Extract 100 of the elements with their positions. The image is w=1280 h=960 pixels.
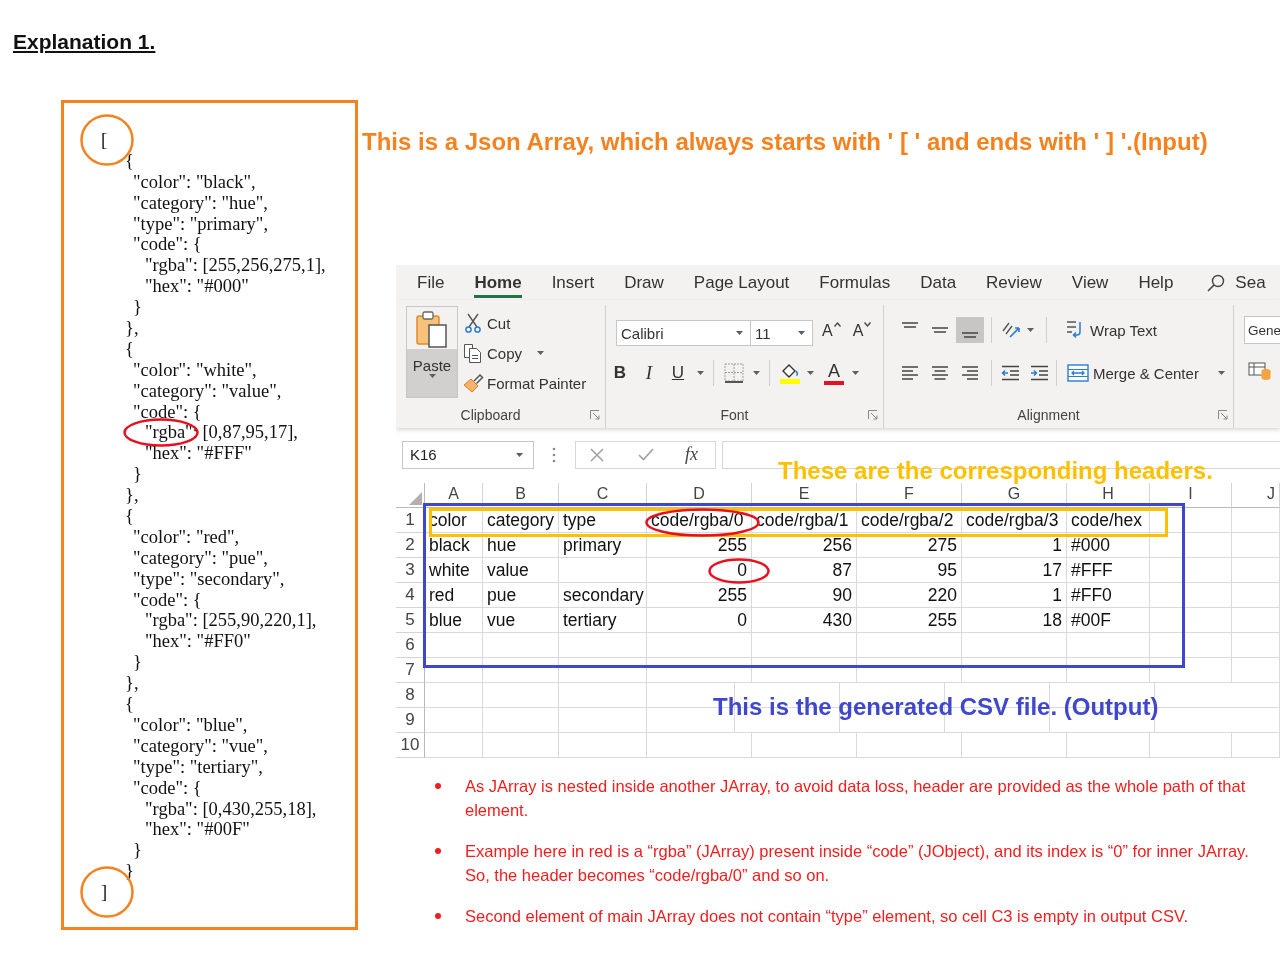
row-header[interactable]: 4 xyxy=(396,583,425,608)
chevron-up-icon xyxy=(833,322,841,327)
ribbon-tab[interactable]: Review xyxy=(971,265,1057,300)
code-line: "category": "hue", xyxy=(133,192,268,213)
align-bottom-icon xyxy=(961,332,979,338)
table-cell: #FF0 xyxy=(1067,583,1150,608)
ribbon-tab[interactable]: Insert xyxy=(536,265,610,300)
diagonal-arrow-icon[interactable] xyxy=(1001,320,1023,340)
code-line: { xyxy=(125,694,134,715)
code-line: } xyxy=(133,840,142,861)
merge-center-button[interactable]: Merge & Center xyxy=(1067,360,1225,386)
caret-icon[interactable] xyxy=(697,371,704,375)
font-size-field[interactable]: 11 xyxy=(750,320,813,346)
corner-arrow-icon[interactable] xyxy=(868,410,878,420)
caret-icon[interactable] xyxy=(798,331,805,335)
ribbon-tab[interactable]: Draw xyxy=(609,265,679,300)
code-line: "code": { xyxy=(133,589,202,610)
caret-icon[interactable] xyxy=(516,452,523,457)
empty-cell xyxy=(425,683,483,708)
align-left-icon xyxy=(901,366,919,380)
code-line: "category": "vue", xyxy=(133,735,268,756)
row-header[interactable]: 5 xyxy=(396,608,425,633)
cross-icon[interactable] xyxy=(590,447,604,462)
table-cell: 95 xyxy=(857,558,962,583)
caret-icon[interactable] xyxy=(736,331,743,335)
row-header[interactable]: 6 xyxy=(396,633,425,658)
number-format-field[interactable]: Gene xyxy=(1244,316,1280,344)
row-header[interactable]: 3 xyxy=(396,558,425,583)
format-painter-button[interactable]: Format Painter xyxy=(462,368,587,398)
name-box[interactable]: K16 xyxy=(402,440,534,469)
paintbrush-icon xyxy=(462,373,484,393)
bold-button[interactable]: B xyxy=(610,361,630,385)
corner-arrow-icon[interactable] xyxy=(1218,410,1228,420)
table-cylinder-icon[interactable] xyxy=(1248,361,1272,381)
table-cell: #000 xyxy=(1067,533,1150,558)
decrease-indent-icon[interactable] xyxy=(1001,365,1020,381)
code-line: } xyxy=(133,464,142,485)
ribbon-tab[interactable]: Data xyxy=(905,265,972,300)
caret-icon[interactable] xyxy=(1217,371,1225,375)
caret-icon[interactable] xyxy=(1027,328,1034,332)
wrap-text-button[interactable]: Wrap Text xyxy=(1066,317,1157,343)
table-cell: blue xyxy=(425,608,483,633)
checkmark-icon[interactable] xyxy=(638,448,654,461)
column-header[interactable]: C xyxy=(559,483,647,508)
code-line: "code": { xyxy=(133,777,202,798)
column-header[interactable]: F xyxy=(857,483,962,508)
row-header[interactable]: 2 xyxy=(396,533,425,558)
italic-button[interactable]: I xyxy=(639,361,659,385)
caret-icon[interactable] xyxy=(753,371,760,375)
column-header[interactable]: J xyxy=(1232,483,1280,508)
underline-button[interactable]: U xyxy=(668,361,688,385)
paste-button[interactable]: Paste xyxy=(406,306,458,398)
column-header[interactable]: B xyxy=(483,483,559,508)
grow-font-button[interactable]: A xyxy=(820,322,843,344)
code-line: ] xyxy=(101,882,108,903)
ribbon-tab[interactable]: Page Layout xyxy=(678,265,805,300)
ribbon-tab[interactable]: Home xyxy=(459,265,537,300)
column-header[interactable]: G xyxy=(962,483,1067,508)
empty-cell xyxy=(1232,533,1280,558)
table-cell: code/rgba/0 xyxy=(647,508,752,533)
column-header[interactable]: D xyxy=(647,483,752,508)
paint-bucket-icon[interactable] xyxy=(779,362,801,384)
cut-button[interactable]: Cut xyxy=(462,308,587,338)
caret-icon[interactable] xyxy=(852,371,859,375)
scissors-icon xyxy=(465,313,481,333)
row-header[interactable]: 10 xyxy=(396,733,425,758)
code-line: { xyxy=(125,150,134,171)
code-line: }, xyxy=(125,485,139,506)
font-color-button[interactable]: A xyxy=(824,361,844,385)
copy-button[interactable]: Copy xyxy=(462,338,587,368)
insert-function-button[interactable]: fx xyxy=(685,444,698,465)
caret-icon[interactable] xyxy=(537,351,545,355)
empty-cell xyxy=(1232,583,1280,608)
ribbon-tab[interactable]: File xyxy=(402,265,460,300)
ribbon-tab[interactable]: Formulas xyxy=(804,265,906,300)
caret-icon[interactable] xyxy=(807,371,814,375)
search-button[interactable]: Sea xyxy=(1207,265,1266,300)
row-header[interactable]: 8 xyxy=(396,683,425,708)
row-header[interactable]: 1 xyxy=(396,508,425,533)
align-bottom-button[interactable] xyxy=(956,317,984,343)
ribbon-tab[interactable]: Help xyxy=(1123,265,1189,300)
font-name-field[interactable]: Calibri xyxy=(616,320,751,346)
row-header[interactable]: 7 xyxy=(396,658,425,683)
column-header[interactable]: H xyxy=(1067,483,1150,508)
column-header[interactable]: I xyxy=(1150,483,1232,508)
table-cell: #FFF xyxy=(1067,558,1150,583)
shrink-font-button[interactable]: A xyxy=(850,322,874,344)
bullet-icon xyxy=(435,783,441,789)
dashed-grid-icon[interactable] xyxy=(724,363,744,383)
row-header[interactable]: 9 xyxy=(396,708,425,733)
table-cell: type xyxy=(559,508,647,533)
column-header[interactable]: A xyxy=(425,483,483,508)
corner-arrow-icon[interactable] xyxy=(590,410,600,420)
table-cell: #00F xyxy=(1067,608,1150,633)
increase-indent-icon[interactable] xyxy=(1030,365,1049,381)
ribbon-tab[interactable]: View xyxy=(1056,265,1124,300)
note-text: Example here in red is a “rgba” (JArray) present inside “code” (JObject), and its index is “0” for inner JArray. So, the header becomes “code/rgba/0” and so on. xyxy=(465,841,1250,886)
caret-icon[interactable] xyxy=(428,374,436,378)
column-header[interactable]: E xyxy=(752,483,857,508)
group-label: Alignment xyxy=(1017,407,1080,423)
